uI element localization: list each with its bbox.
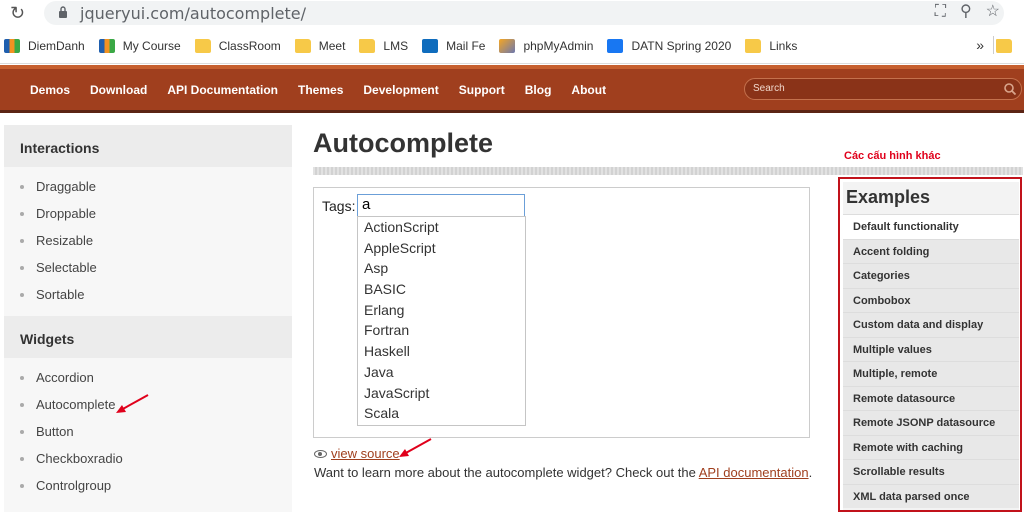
sidebar: Interactions Draggable Droppable Resizab…: [4, 125, 292, 512]
suggestion-item[interactable]: Fortran: [358, 320, 525, 341]
bookmark-item[interactable]: phpMyAdmin: [499, 38, 593, 53]
nav-blog[interactable]: Blog: [525, 83, 552, 97]
site-nav: Demos Download API Documentation Themes …: [0, 65, 1024, 113]
sidebar-item-accordion[interactable]: Accordion: [20, 364, 292, 391]
folder-icon: [194, 38, 211, 53]
suggestion-item[interactable]: Java: [358, 362, 525, 383]
nav-about[interactable]: About: [571, 83, 606, 97]
learn-more-text: Want to learn more about the autocomplet…: [314, 465, 813, 480]
sidebar-heading-widgets: Widgets: [4, 316, 292, 358]
view-source-link[interactable]: view source: [331, 446, 400, 461]
nav-development[interactable]: Development: [363, 83, 438, 97]
suggestion-item[interactable]: Asp: [358, 258, 525, 279]
phpmyadmin-icon: [499, 38, 516, 53]
folder-icon: [294, 38, 311, 53]
nav-demos[interactable]: Demos: [30, 83, 70, 97]
bullet-icon: [20, 483, 24, 488]
page-title: Autocomplete: [313, 128, 494, 158]
bookmark-item[interactable]: LMS: [359, 38, 408, 53]
sidebar-item-controlgroup[interactable]: Controlgroup: [20, 472, 292, 499]
suggestion-item[interactable]: AppleScript: [358, 238, 525, 259]
bullet-icon: [20, 402, 24, 407]
sidebar-item-droppable[interactable]: Droppable: [20, 200, 292, 227]
fpt-icon: [98, 38, 115, 53]
annotation-arrow-icon: [116, 394, 149, 413]
suggestion-item[interactable]: Erlang: [358, 300, 525, 321]
more-bookmarks-icon[interactable]: »: [976, 37, 984, 53]
nav-support[interactable]: Support: [459, 83, 505, 97]
sidebar-item-draggable[interactable]: Draggable: [20, 173, 292, 200]
sidebar-item-selectable[interactable]: Selectable: [20, 254, 292, 281]
browser-address-bar: ↻ jqueryui.com/autocomplete/ ⛶ ⚲ ☆: [0, 0, 1024, 27]
zoom-icon[interactable]: ⚲: [960, 3, 972, 21]
annotation-arrow-icon: [399, 438, 432, 457]
bullet-icon: [20, 238, 24, 243]
bookmark-item[interactable]: DiemDanh: [4, 38, 85, 53]
api-documentation-link[interactable]: API documentation: [699, 465, 809, 480]
sidebar-item-resizable[interactable]: Resizable: [20, 227, 292, 254]
tags-input[interactable]: a: [357, 194, 525, 217]
bullet-icon: [20, 211, 24, 216]
bookmark-item[interactable]: Links: [745, 38, 797, 53]
suggestion-item[interactable]: Haskell: [358, 341, 525, 362]
bookmark-item[interactable]: DATN Spring 2020: [607, 38, 731, 53]
folder-icon: [359, 38, 376, 53]
bullet-icon: [20, 292, 24, 297]
suggestion-item[interactable]: Scala: [358, 403, 525, 424]
bookmark-item[interactable]: Mail Fe: [422, 38, 485, 53]
fpt-icon: [4, 38, 20, 53]
bullet-icon: [20, 265, 24, 270]
nav-download[interactable]: Download: [90, 83, 147, 97]
sidebar-item-button[interactable]: Button: [20, 418, 292, 445]
nav-themes[interactable]: Themes: [298, 83, 343, 97]
nav-api-documentation[interactable]: API Documentation: [167, 83, 278, 97]
facebook-icon: [607, 38, 624, 53]
bookmark-star-icon[interactable]: ☆: [986, 3, 1000, 21]
search-icon[interactable]: [1003, 82, 1017, 96]
view-source: view source: [314, 446, 400, 461]
sidebar-item-checkboxradio[interactable]: Checkboxradio: [20, 445, 292, 472]
reload-icon[interactable]: ↻: [10, 3, 25, 23]
bullet-icon: [20, 456, 24, 461]
bullet-icon: [20, 375, 24, 380]
search-input[interactable]: Search: [744, 78, 1022, 100]
bookmark-item[interactable]: Meet: [294, 38, 345, 53]
suggestion-item[interactable]: BASIC: [358, 279, 525, 300]
divider: [313, 167, 1023, 175]
search-placeholder: Search: [753, 83, 785, 94]
autocomplete-menu: ActionScript AppleScript Asp BASIC Erlan…: [357, 216, 526, 426]
sidebar-item-autocomplete[interactable]: Autocomplete: [20, 391, 292, 418]
folder-icon: [745, 38, 762, 53]
url-text[interactable]: jqueryui.com/autocomplete/: [80, 4, 306, 23]
bullet-icon: [20, 429, 24, 434]
annotation-highlight-box: [838, 177, 1022, 512]
bookmark-item[interactable]: ClassRoom: [194, 38, 281, 53]
suggestion-item[interactable]: JavaScript: [358, 383, 525, 404]
tags-label: Tags:: [322, 198, 356, 214]
bookmark-item[interactable]: My Course: [98, 38, 181, 53]
outlook-icon: [422, 38, 439, 53]
eye-icon: [314, 449, 327, 458]
sidebar-heading-interactions: Interactions: [4, 125, 292, 167]
folder-icon[interactable]: [996, 39, 1012, 53]
lock-icon: [59, 6, 67, 18]
bullet-icon: [20, 184, 24, 189]
suggestion-item[interactable]: ActionScript: [358, 217, 525, 238]
bookmarks-bar: DiemDanh My Course ClassRoom Meet LMS Ma…: [0, 28, 1024, 64]
translate-icon[interactable]: ⛶: [935, 3, 946, 21]
sidebar-item-sortable[interactable]: Sortable: [20, 281, 292, 308]
annotation-note: Các cấu hình khác: [844, 150, 941, 162]
divider: [993, 36, 994, 54]
